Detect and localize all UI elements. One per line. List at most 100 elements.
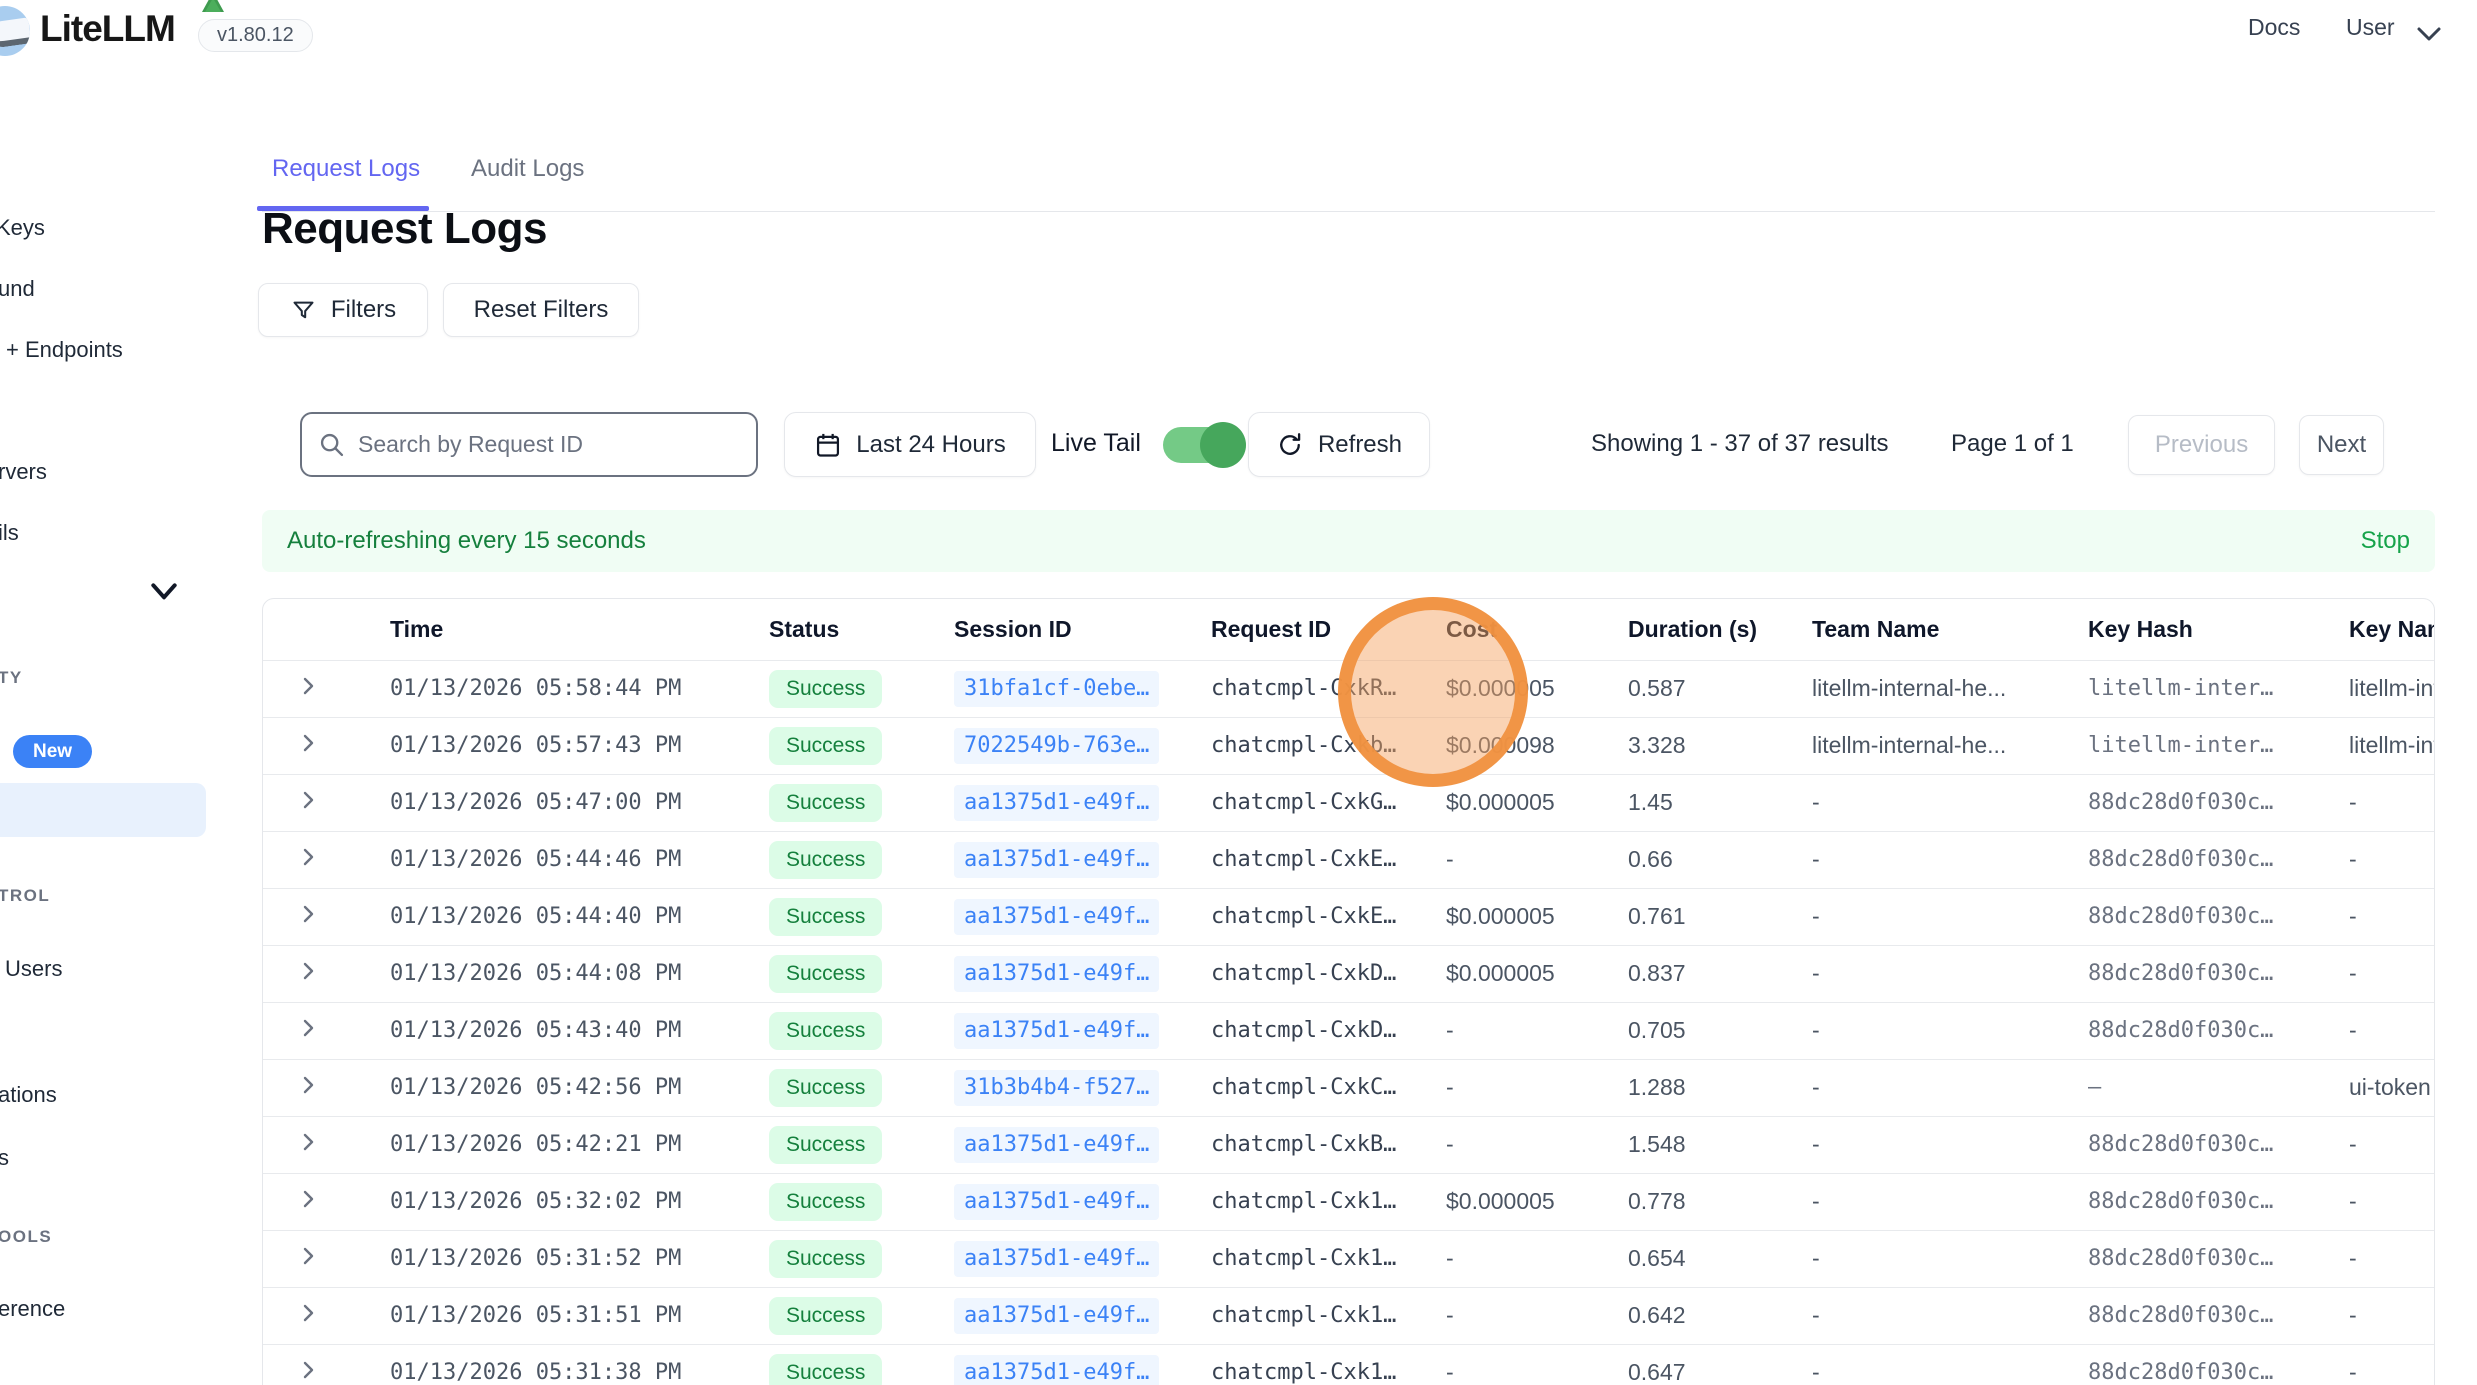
session-id-link[interactable]: aa1375d1-e49f… xyxy=(954,1184,1159,1220)
team-name-cell: - xyxy=(1812,888,2088,945)
request-id-cell: chatcmpl-CxkD… xyxy=(1211,945,1446,1002)
session-id-link[interactable]: aa1375d1-e49f… xyxy=(954,785,1159,821)
tab-audit-logs[interactable]: Audit Logs xyxy=(471,155,584,183)
sidebar-item-users[interactable]: Users xyxy=(5,956,62,982)
table-row[interactable]: 01/13/2026 05:44:46 PM Success aa1375d1-… xyxy=(263,831,2434,888)
filters-button[interactable]: Filters xyxy=(258,283,428,337)
expand-row-chevron-icon[interactable] xyxy=(296,902,320,926)
expand-row-chevron-icon[interactable] xyxy=(296,1301,320,1325)
duration-cell: 0.654 xyxy=(1628,1230,1812,1287)
key-name-cell: - xyxy=(2349,1344,2434,1385)
key-name-cell: - xyxy=(2349,831,2434,888)
cost-cell: $0.000005 xyxy=(1446,888,1628,945)
page-indicator: Page 1 of 1 xyxy=(1951,430,2074,458)
docs-link[interactable]: Docs xyxy=(2248,14,2300,41)
column-header-duration-s-: Duration (s) xyxy=(1628,599,1812,660)
expand-row-chevron-icon[interactable] xyxy=(296,1187,320,1211)
time-cell: 01/13/2026 05:32:02 PM xyxy=(390,1173,769,1230)
table-row[interactable]: 01/13/2026 05:42:56 PM Success 31b3b4b4-… xyxy=(263,1059,2434,1116)
user-menu[interactable]: User xyxy=(2346,14,2395,41)
sidebar: Keys und + Endpoints rvers ils TY New TR… xyxy=(0,58,232,1385)
session-id-link[interactable]: aa1375d1-e49f… xyxy=(954,1355,1159,1385)
refresh-label: Refresh xyxy=(1318,431,1402,459)
session-id-link[interactable]: aa1375d1-e49f… xyxy=(954,1241,1159,1277)
chevron-down-icon[interactable] xyxy=(2414,24,2444,44)
session-id-link[interactable]: 31b3b4b4-f527… xyxy=(954,1070,1159,1106)
session-id-link[interactable]: aa1375d1-e49f… xyxy=(954,1127,1159,1163)
search-input[interactable] xyxy=(358,431,740,458)
table-row[interactable]: 01/13/2026 05:42:21 PM Success aa1375d1-… xyxy=(263,1116,2434,1173)
sidebar-item-models-endpoints[interactable]: + Endpoints xyxy=(6,337,123,363)
stop-auto-refresh-link[interactable]: Stop xyxy=(2361,527,2410,555)
column-header-key-hash: Key Hash xyxy=(2088,599,2349,660)
team-name-cell: - xyxy=(1812,1173,2088,1230)
expand-row-chevron-icon[interactable] xyxy=(296,1244,320,1268)
table-row[interactable]: 01/13/2026 05:44:40 PM Success aa1375d1-… xyxy=(263,888,2434,945)
expand-row-chevron-icon[interactable] xyxy=(296,788,320,812)
table-row[interactable]: 01/13/2026 05:31:38 PM Success aa1375d1-… xyxy=(263,1344,2434,1385)
refresh-button[interactable]: Refresh xyxy=(1248,412,1430,477)
new-badge[interactable]: New xyxy=(13,735,92,768)
sidebar-item-teams[interactable]: s xyxy=(0,1145,9,1171)
session-id-link[interactable]: aa1375d1-e49f… xyxy=(954,899,1159,935)
sidebar-item-api-reference[interactable]: erence xyxy=(0,1296,65,1322)
request-id-cell: chatcmpl-CxkE… xyxy=(1211,831,1446,888)
cost-cell: - xyxy=(1446,1287,1628,1344)
session-id-link[interactable]: aa1375d1-e49f… xyxy=(954,956,1159,992)
table-row[interactable]: 01/13/2026 05:31:51 PM Success aa1375d1-… xyxy=(263,1287,2434,1344)
session-id-link[interactable]: aa1375d1-e49f… xyxy=(954,842,1159,878)
team-name-cell: - xyxy=(1812,1002,2088,1059)
expand-row-chevron-icon[interactable] xyxy=(296,845,320,869)
previous-page-button[interactable]: Previous xyxy=(2128,415,2275,475)
sidebar-collapse-chevron-icon[interactable] xyxy=(148,581,180,603)
team-name-cell: - xyxy=(1812,1059,2088,1116)
time-range-button[interactable]: Last 24 Hours xyxy=(784,412,1036,477)
tab-request-logs[interactable]: Request Logs xyxy=(272,155,420,183)
sidebar-item-logs-active[interactable] xyxy=(0,783,206,837)
time-cell: 01/13/2026 05:44:40 PM xyxy=(390,888,769,945)
key-name-cell: - xyxy=(2349,1002,2434,1059)
session-id-link[interactable]: aa1375d1-e49f… xyxy=(954,1298,1159,1334)
table-row[interactable]: 01/13/2026 05:58:44 PM Success 31bfa1cf-… xyxy=(263,660,2434,717)
sidebar-item-guardrails[interactable]: ils xyxy=(0,520,19,546)
status-badge: Success xyxy=(769,670,882,708)
duration-cell: 1.548 xyxy=(1628,1116,1812,1173)
session-id-link[interactable]: 31bfa1cf-0ebe… xyxy=(954,671,1159,707)
table-row[interactable]: 01/13/2026 05:57:43 PM Success 7022549b-… xyxy=(263,717,2434,774)
session-id-link[interactable]: aa1375d1-e49f… xyxy=(954,1013,1159,1049)
expand-row-chevron-icon[interactable] xyxy=(296,1358,320,1382)
live-tail-toggle[interactable] xyxy=(1163,427,1239,463)
sidebar-item-organizations[interactable]: ations xyxy=(0,1082,57,1108)
sidebar-item-keys[interactable]: Keys xyxy=(0,215,45,241)
duration-cell: 0.761 xyxy=(1628,888,1812,945)
expand-row-chevron-icon[interactable] xyxy=(296,959,320,983)
time-range-label: Last 24 Hours xyxy=(856,431,1005,459)
expand-row-chevron-icon[interactable] xyxy=(296,674,320,698)
page-title: Request Logs xyxy=(262,204,547,254)
sidebar-item-servers[interactable]: rvers xyxy=(0,459,47,485)
next-page-button[interactable]: Next xyxy=(2299,415,2384,475)
table-row[interactable]: 01/13/2026 05:32:02 PM Success aa1375d1-… xyxy=(263,1173,2434,1230)
cost-cell: $0.000005 xyxy=(1446,774,1628,831)
table-row[interactable]: 01/13/2026 05:47:00 PM Success aa1375d1-… xyxy=(263,774,2434,831)
session-id-link[interactable]: 7022549b-763e… xyxy=(954,728,1159,764)
funnel-icon xyxy=(290,297,317,324)
status-badge: Success xyxy=(769,1012,882,1050)
table-row[interactable]: 01/13/2026 05:43:40 PM Success aa1375d1-… xyxy=(263,1002,2434,1059)
table-row[interactable]: 01/13/2026 05:44:08 PM Success aa1375d1-… xyxy=(263,945,2434,1002)
request-id-cell: chatcmpl-Cxk1… xyxy=(1211,1173,1446,1230)
request-id-cell: chatcmpl-CxkR… xyxy=(1211,660,1446,717)
search-icon xyxy=(318,431,346,459)
litellm-logo[interactable] xyxy=(0,6,30,56)
brand-name: LiteLLM xyxy=(40,8,175,50)
expand-row-chevron-icon[interactable] xyxy=(296,731,320,755)
expand-row-chevron-icon[interactable] xyxy=(296,1073,320,1097)
request-id-cell: chatcmpl-Cxk1… xyxy=(1211,1344,1446,1385)
status-badge: Success xyxy=(769,1069,882,1107)
reset-filters-button[interactable]: Reset Filters xyxy=(443,283,639,337)
expand-row-chevron-icon[interactable] xyxy=(296,1130,320,1154)
expand-row-chevron-icon[interactable] xyxy=(296,1016,320,1040)
sidebar-item-playground[interactable]: und xyxy=(0,276,35,302)
table-row[interactable]: 01/13/2026 05:31:52 PM Success aa1375d1-… xyxy=(263,1230,2434,1287)
key-name-cell: - xyxy=(2349,888,2434,945)
